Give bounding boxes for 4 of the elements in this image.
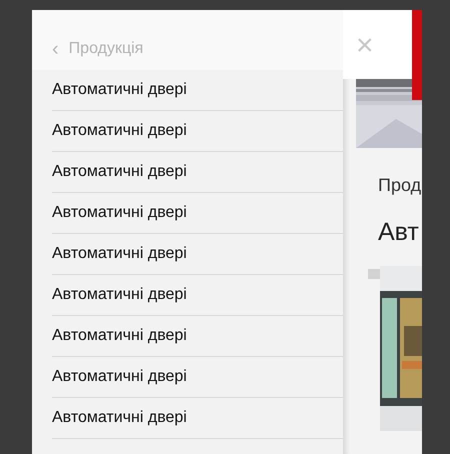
gallery-marker — [368, 269, 380, 279]
page-heading: Авт — [378, 218, 420, 247]
menu-title: Продукція — [68, 40, 144, 58]
breadcrumb: Прод — [378, 175, 422, 196]
